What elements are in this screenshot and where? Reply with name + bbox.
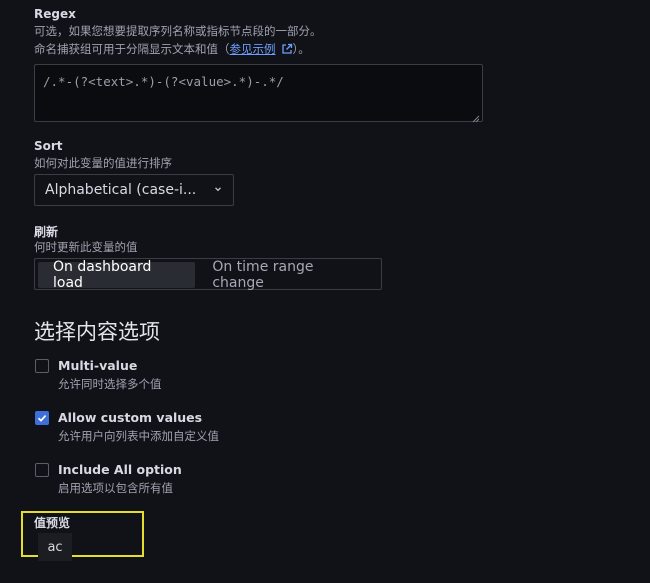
refresh-option-time-range-change[interactable]: On time range change (197, 259, 378, 291)
allow-custom-values-description: 允许用户向列表中添加自定义值 (58, 429, 219, 443)
regex-description: 可选，如果您想要提取序列名称或指标节点段的一部分。 (34, 24, 322, 38)
regex-input[interactable]: /.*-(?<text>.*)-(?<value>.*)-.*/ (34, 64, 483, 123)
sort-select[interactable]: Alphabetical (case-i... (34, 174, 234, 206)
include-all-label: Include All option (58, 462, 182, 477)
external-link-icon[interactable] (281, 43, 293, 58)
chevron-down-icon (213, 182, 223, 198)
allow-custom-values-label: Allow custom values (58, 410, 203, 425)
allow-custom-values-checkbox[interactable] (35, 411, 49, 425)
refresh-radio-group: On dashboard load On time range change (34, 258, 382, 291)
see-examples-link[interactable]: 参见示例 (230, 42, 276, 56)
refresh-option-dashboard-load[interactable]: On dashboard load (38, 259, 196, 291)
include-all-description: 启用选项以包含所有值 (58, 481, 173, 495)
selection-options-title: 选择内容选项 (34, 320, 160, 344)
multi-value-label: Multi-value (58, 358, 138, 373)
sort-label: Sort (34, 139, 63, 153)
sort-selected-value: Alphabetical (case-i... (45, 182, 197, 198)
refresh-description: 何时更新此变量的值 (34, 240, 138, 254)
multi-value-checkbox[interactable] (35, 359, 49, 373)
multi-value-description: 允许同时选择多个值 (58, 377, 162, 391)
sort-description: 如何对此变量的值进行排序 (34, 156, 172, 170)
regex-description-close: ）。 (292, 42, 310, 56)
resize-handle-icon[interactable] (472, 111, 480, 123)
regex-description-line2: 命名捕获组可用于分隔显示文本和值（参见示例 ）。 (34, 41, 310, 58)
include-all-checkbox[interactable] (35, 463, 49, 477)
regex-description-text: 命名捕获组可用于分隔显示文本和值（ (34, 42, 230, 56)
preview-label: 值预览 (34, 516, 71, 530)
regex-label: Regex (34, 7, 76, 21)
refresh-label: 刷新 (34, 225, 59, 239)
preview-value-chip: ac (38, 533, 72, 561)
checkmark-icon (37, 413, 47, 423)
regex-value: /.*-(?<text>.*)-(?<value>.*)-.*/ (43, 74, 284, 89)
